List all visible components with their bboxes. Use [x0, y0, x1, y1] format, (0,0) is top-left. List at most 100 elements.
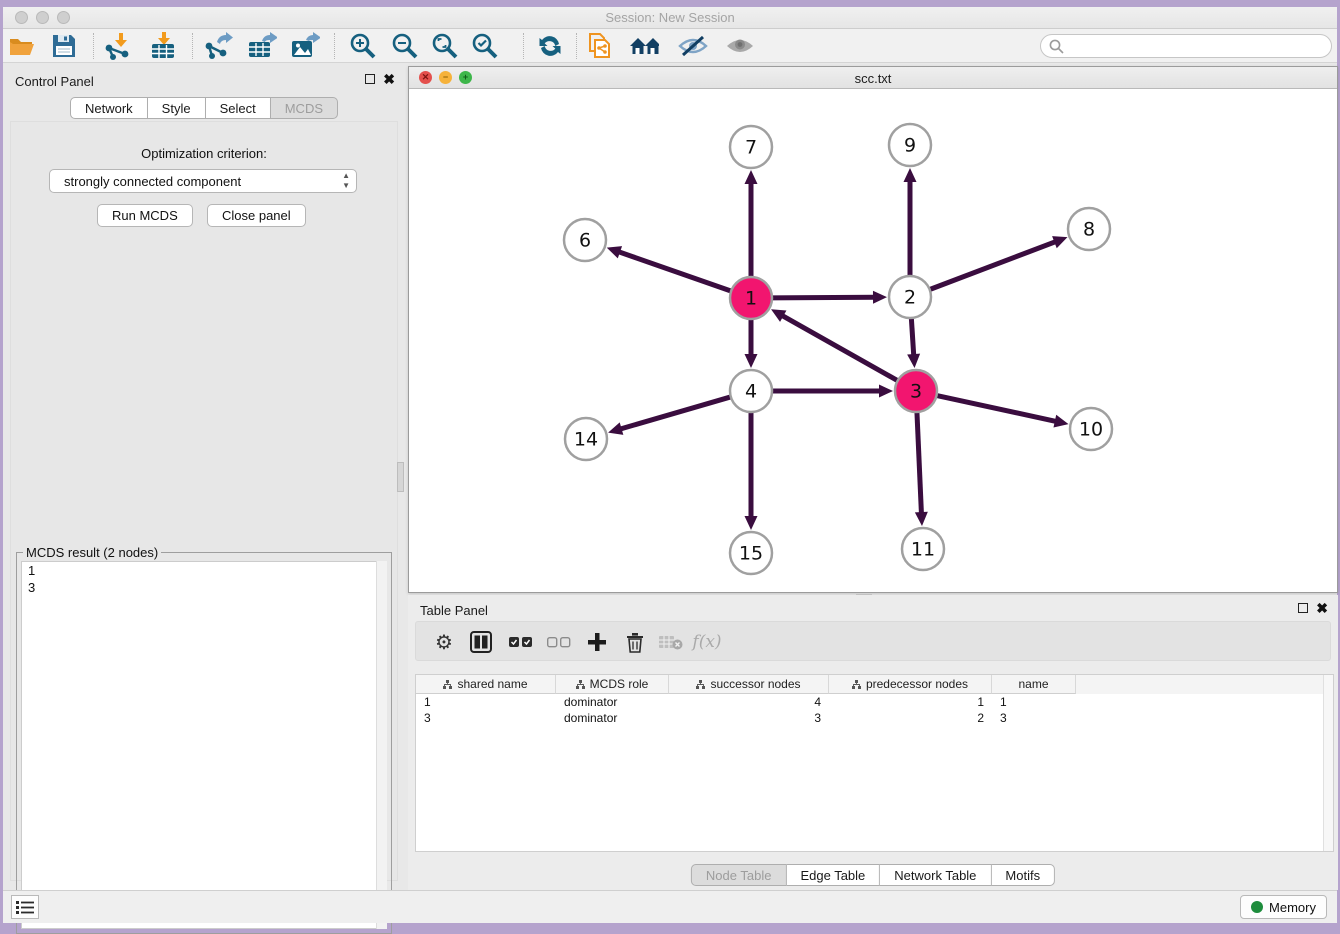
- function-builder-icon[interactable]: f(x): [692, 627, 722, 657]
- split-pane-handle[interactable]: [397, 462, 404, 492]
- graph-svg[interactable]: 7968124314101511: [409, 89, 1337, 592]
- open-session-icon[interactable]: [7, 31, 37, 61]
- table-cell: 1: [992, 694, 1076, 710]
- eye-icon[interactable]: [725, 31, 755, 61]
- node-label: 15: [739, 543, 763, 565]
- close-panel-icon[interactable]: ✖: [383, 74, 395, 84]
- arrowhead-icon: [745, 170, 758, 184]
- column-header-successor-nodes[interactable]: successor nodes: [669, 675, 829, 694]
- table-cell: 3: [669, 710, 829, 726]
- close-panel-icon[interactable]: ✖: [1316, 603, 1328, 613]
- memory-label: Memory: [1269, 900, 1316, 915]
- edge-3-10[interactable]: [935, 395, 1058, 422]
- tab-motifs[interactable]: Motifs: [991, 864, 1055, 886]
- zoom-fit-icon[interactable]: [430, 31, 460, 61]
- zoom-selected-icon[interactable]: [470, 31, 500, 61]
- network-window-titlebar[interactable]: ✕ − + scc.txt: [409, 67, 1337, 89]
- delete-row-icon[interactable]: [620, 627, 650, 657]
- edge-1-6[interactable]: [617, 251, 733, 292]
- column-header-name[interactable]: name: [992, 675, 1076, 694]
- table-cell: dominator: [556, 710, 669, 726]
- toolbar-separator: [523, 33, 524, 59]
- table-row[interactable]: 3dominator323: [416, 710, 1333, 726]
- result-scrollbar[interactable]: [376, 561, 387, 929]
- tab-node-table[interactable]: Node Table: [691, 864, 787, 886]
- table-row[interactable]: 1dominator411: [416, 694, 1333, 710]
- tab-network[interactable]: Network: [70, 97, 148, 119]
- control-panel-header: Control Panel ✖: [3, 66, 405, 96]
- arrowhead-icon: [879, 385, 893, 398]
- table-toolbar: ⚙ f(x): [415, 621, 1331, 661]
- import-table-icon[interactable]: [149, 31, 179, 61]
- select-all-icon[interactable]: [506, 627, 536, 657]
- eye-slash-icon[interactable]: [678, 31, 708, 61]
- column-header-shared-name[interactable]: shared name: [416, 675, 556, 694]
- float-panel-icon[interactable]: [1298, 603, 1308, 613]
- gear-icon[interactable]: ⚙: [429, 627, 459, 657]
- control-panel-tabs: NetworkStyleSelectMCDS: [70, 97, 338, 119]
- arrowhead-icon: [904, 168, 917, 182]
- table-scrollbar[interactable]: [1323, 675, 1333, 851]
- tab-style[interactable]: Style: [148, 97, 206, 119]
- node-label: 3: [910, 381, 922, 403]
- list-icon: [16, 900, 34, 914]
- float-panel-icon[interactable]: [365, 74, 375, 84]
- search-box: [1040, 34, 1332, 58]
- export-table-icon[interactable]: [247, 31, 277, 61]
- node-label: 2: [904, 287, 916, 309]
- tab-mcds[interactable]: MCDS: [271, 97, 338, 119]
- network-view-window: ✕ − + scc.txt 7968124314101511: [408, 66, 1338, 593]
- arrowhead-icon: [1053, 415, 1068, 428]
- memory-button[interactable]: Memory: [1240, 895, 1327, 919]
- refresh-view-icon[interactable]: [535, 31, 565, 61]
- edge-4-14[interactable]: [619, 396, 733, 429]
- column-header-predecessor-nodes[interactable]: predecessor nodes: [829, 675, 992, 694]
- close-panel-button[interactable]: Close panel: [207, 204, 306, 227]
- clone-network-icon[interactable]: [586, 31, 616, 61]
- zoom-out-icon[interactable]: [390, 31, 420, 61]
- edge-3-1[interactable]: [781, 315, 900, 382]
- title-bar: Session: New Session: [3, 7, 1337, 29]
- table-cell: 3: [416, 710, 556, 726]
- add-row-icon[interactable]: [582, 627, 612, 657]
- columns-icon[interactable]: [466, 627, 496, 657]
- edge-1-2[interactable]: [770, 297, 876, 298]
- node-label: 7: [745, 137, 757, 159]
- tab-select[interactable]: Select: [206, 97, 271, 119]
- network-view-title: scc.txt: [409, 71, 1337, 86]
- column-header-MCDS-role[interactable]: MCDS role: [556, 675, 669, 694]
- edge-2-8[interactable]: [928, 241, 1057, 290]
- table-cell: 1: [829, 694, 992, 710]
- node-label: 6: [579, 230, 591, 252]
- window-title: Session: New Session: [3, 10, 1337, 25]
- search-icon: [1049, 39, 1064, 54]
- delete-column-icon[interactable]: [656, 627, 686, 657]
- mcds-tab-content: Optimization criterion: strongly connect…: [10, 121, 398, 881]
- edge-2-3[interactable]: [911, 316, 914, 357]
- node-label: 14: [574, 429, 598, 451]
- node-table: shared nameMCDS rolesuccessor nodesprede…: [415, 674, 1334, 852]
- mcds-result-list[interactable]: 13: [21, 561, 387, 929]
- tab-edge-table[interactable]: Edge Table: [786, 864, 880, 886]
- criterion-select[interactable]: strongly connected component ▲▼: [49, 169, 357, 193]
- table-panel-title: Table Panel: [420, 603, 488, 618]
- zoom-in-icon[interactable]: [348, 31, 378, 61]
- run-mcds-button[interactable]: Run MCDS: [97, 204, 193, 227]
- tab-network-table[interactable]: Network Table: [880, 864, 991, 886]
- edge-3-11[interactable]: [917, 410, 922, 515]
- result-line: 1: [22, 562, 386, 579]
- table-panel: Table Panel ✖ ⚙: [408, 595, 1338, 890]
- double-home-icon[interactable]: [629, 31, 659, 61]
- deselect-all-icon[interactable]: [544, 627, 574, 657]
- import-network-icon[interactable]: [103, 31, 133, 61]
- task-history-button[interactable]: [11, 895, 39, 919]
- toolbar-separator: [576, 33, 577, 59]
- export-network-icon[interactable]: [203, 31, 233, 61]
- node-label: 8: [1083, 219, 1095, 241]
- table-cell: 2: [829, 710, 992, 726]
- main-toolbar: [3, 29, 1337, 63]
- export-image-icon[interactable]: [290, 31, 320, 61]
- save-session-icon[interactable]: [49, 31, 79, 61]
- arrowhead-icon: [873, 291, 887, 304]
- search-input[interactable]: [1072, 36, 1323, 56]
